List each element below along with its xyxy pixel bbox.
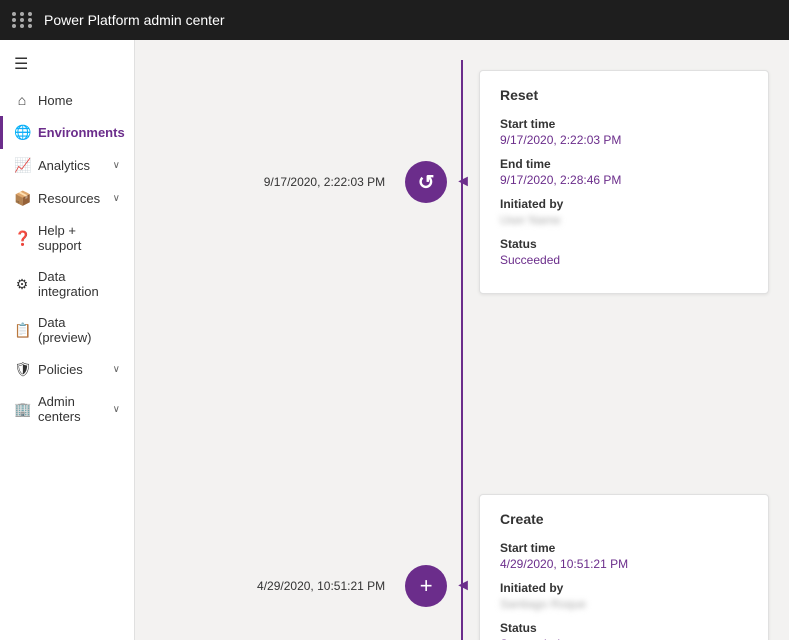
analytics-icon: 📈 (14, 157, 30, 174)
reset-initiated-by-value: User Name (500, 213, 748, 227)
sidebar-item-data-integration[interactable]: ⚙ Data integration (0, 261, 134, 307)
data-integration-icon: ⚙ (14, 276, 30, 293)
create-datetime: 4/29/2020, 10:51:21 PM (205, 579, 385, 593)
create-initiated-by: Initiated by Santiago Roque (500, 581, 748, 611)
reset-status: Status Succeeded (500, 237, 748, 267)
create-status-label: Status (500, 621, 748, 635)
sidebar-label-home: Home (38, 93, 120, 108)
reset-datetime: 9/17/2020, 2:22:03 PM (205, 175, 385, 189)
create-arrow-icon: ◄ (455, 577, 471, 595)
sidebar-label-data-preview: Data (preview) (38, 315, 120, 345)
create-start-time-value: 4/29/2020, 10:51:21 PM (500, 557, 748, 571)
reset-arrow-icon: ◄ (455, 173, 471, 191)
entry-left-create: 4/29/2020, 10:51:21 PM (155, 579, 405, 593)
sidebar-item-admin-centers[interactable]: 🏢 Admin centers ∨ (0, 386, 134, 432)
sidebar-item-environments[interactable]: 🌐 Environments (0, 116, 134, 149)
sidebar-item-data-preview[interactable]: 📋 Data (preview) (0, 307, 134, 353)
sidebar-label-help: Help + support (38, 223, 120, 253)
timeline-line (461, 60, 463, 640)
reset-start-time: Start time 9/17/2020, 2:22:03 PM (500, 117, 748, 147)
home-icon: ⌂ (14, 92, 30, 108)
sidebar-label-resources: Resources (38, 191, 105, 206)
admin-centers-icon: 🏢 (14, 401, 30, 418)
sidebar-label-data-integration: Data integration (38, 269, 120, 299)
sidebar-item-policies[interactable]: 🛡 Policies ∨ (0, 353, 134, 386)
reset-node[interactable]: ↺ (405, 161, 447, 203)
help-icon: ❓ (14, 230, 30, 247)
reset-initiated-by-label: Initiated by (500, 197, 748, 211)
create-initiated-by-label: Initiated by (500, 581, 748, 595)
create-node[interactable]: + (405, 565, 447, 607)
analytics-chevron-icon: ∨ (113, 160, 120, 171)
reset-status-label: Status (500, 237, 748, 251)
sidebar-label-environments: Environments (38, 125, 125, 140)
reset-card-title: Reset (500, 87, 748, 103)
topbar: Power Platform admin center (0, 0, 789, 40)
reset-card: Reset Start time 9/17/2020, 2:22:03 PM E… (479, 70, 769, 294)
resources-chevron-icon: ∨ (113, 193, 120, 204)
main-content: 9/17/2020, 2:22:03 PM ↺ ◄ Reset Start ti… (135, 40, 789, 640)
data-preview-icon: 📋 (14, 322, 30, 339)
sidebar-label-policies: Policies (38, 362, 105, 377)
sidebar-label-admin-centers: Admin centers (38, 394, 105, 424)
timeline: 9/17/2020, 2:22:03 PM ↺ ◄ Reset Start ti… (155, 60, 769, 640)
resources-icon: 📦 (14, 190, 30, 207)
environments-icon: 🌐 (14, 124, 30, 141)
create-initiated-by-value: Santiago Roque (500, 597, 748, 611)
sidebar-label-analytics: Analytics (38, 158, 105, 173)
policies-chevron-icon: ∨ (113, 364, 120, 375)
reset-status-value: Succeeded (500, 253, 748, 267)
sidebar-item-analytics[interactable]: 📈 Analytics ∨ (0, 149, 134, 182)
reset-end-time-label: End time (500, 157, 748, 171)
reset-end-time: End time 9/17/2020, 2:28:46 PM (500, 157, 748, 187)
create-status: Status Succeeded (500, 621, 748, 640)
app-title: Power Platform admin center (44, 12, 225, 28)
sidebar: ☰ ⌂ Home 🌐 Environments 📈 Analytics ∨ 📦 … (0, 40, 135, 640)
create-start-time-label: Start time (500, 541, 748, 555)
main-layout: ☰ ⌂ Home 🌐 Environments 📈 Analytics ∨ 📦 … (0, 40, 789, 640)
hamburger-icon: ☰ (14, 56, 28, 73)
entry-left-reset: 9/17/2020, 2:22:03 PM (155, 175, 405, 189)
entry-right-reset: ◄ Reset Start time 9/17/2020, 2:22:03 PM… (447, 70, 769, 294)
sidebar-item-home[interactable]: ⌂ Home (0, 84, 134, 116)
sidebar-item-resources[interactable]: 📦 Resources ∨ (0, 182, 134, 215)
create-card: Create Start time 4/29/2020, 10:51:21 PM… (479, 494, 769, 640)
reset-initiated-by: Initiated by User Name (500, 197, 748, 227)
admin-centers-chevron-icon: ∨ (113, 404, 120, 415)
sidebar-item-help-support[interactable]: ❓ Help + support (0, 215, 134, 261)
reset-end-time-value: 9/17/2020, 2:28:46 PM (500, 173, 748, 187)
create-card-title: Create (500, 511, 748, 527)
policies-icon: 🛡 (14, 361, 30, 378)
hamburger-button[interactable]: ☰ (0, 44, 134, 84)
entry-right-create: ◄ Create Start time 4/29/2020, 10:51:21 … (447, 494, 769, 640)
reset-start-time-label: Start time (500, 117, 748, 131)
app-dots-icon (12, 12, 34, 28)
create-start-time: Start time 4/29/2020, 10:51:21 PM (500, 541, 748, 571)
reset-start-time-value: 9/17/2020, 2:22:03 PM (500, 133, 748, 147)
